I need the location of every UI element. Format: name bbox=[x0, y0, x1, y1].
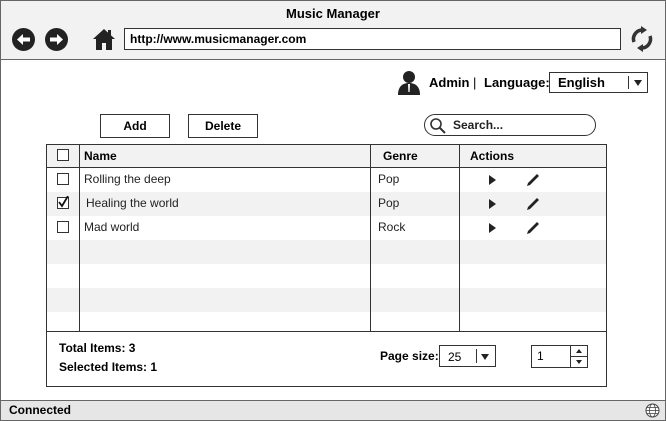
column-divider bbox=[370, 145, 371, 331]
empty-row bbox=[47, 240, 606, 264]
url-bar[interactable]: http://www.musicmanager.com bbox=[124, 28, 621, 50]
select-all-checkbox[interactable] bbox=[57, 149, 69, 161]
user-icon bbox=[398, 71, 420, 95]
delete-button[interactable]: Delete bbox=[188, 114, 258, 138]
search-input[interactable]: Search... bbox=[424, 114, 596, 136]
page-size-select[interactable]: 25 bbox=[439, 345, 496, 367]
row-name: Rolling the deep bbox=[84, 172, 171, 186]
play-icon[interactable] bbox=[489, 175, 496, 185]
search-icon bbox=[430, 118, 446, 134]
stepper-divider bbox=[571, 356, 588, 357]
search-placeholder: Search... bbox=[453, 118, 504, 132]
row-name: Mad world bbox=[84, 220, 140, 234]
row-checkbox[interactable] bbox=[57, 173, 69, 185]
home-icon[interactable] bbox=[92, 27, 116, 51]
window-title: Music Manager bbox=[286, 6, 380, 21]
chevron-down-icon bbox=[481, 354, 489, 360]
selected-items: Selected Items: 1 bbox=[59, 360, 158, 374]
language-value: English bbox=[558, 75, 605, 90]
globe-icon bbox=[645, 403, 660, 418]
stepper-up-icon[interactable] bbox=[576, 349, 582, 353]
column-genre[interactable]: Genre bbox=[383, 149, 418, 163]
row-genre: Pop bbox=[378, 172, 400, 186]
language-label: Language: bbox=[484, 75, 550, 90]
table-row[interactable]: Healing the world Pop bbox=[47, 192, 606, 216]
empty-row bbox=[47, 288, 606, 312]
page-number[interactable]: 1 bbox=[537, 349, 544, 363]
play-icon[interactable] bbox=[489, 223, 496, 233]
total-items: Total Items: 3 bbox=[59, 341, 136, 355]
play-icon[interactable] bbox=[489, 199, 496, 209]
title-bar: Music Manager http://www.musicmanager.co… bbox=[1, 1, 665, 60]
stepper-down-icon[interactable] bbox=[576, 360, 582, 364]
stepper-buttons bbox=[570, 346, 588, 367]
column-divider bbox=[459, 145, 460, 331]
refresh-icon[interactable] bbox=[629, 26, 655, 52]
pencil-icon[interactable] bbox=[525, 220, 541, 236]
table-header: Name Genre Actions bbox=[47, 145, 606, 168]
page-size-label: Page size: bbox=[380, 349, 439, 363]
column-actions: Actions bbox=[470, 149, 515, 163]
pencil-icon[interactable] bbox=[525, 196, 541, 212]
back-arrow-icon[interactable] bbox=[12, 28, 35, 51]
page-stepper[interactable]: 1 bbox=[531, 345, 588, 368]
row-checkbox[interactable] bbox=[57, 221, 69, 233]
table-row[interactable]: Rolling the deep Pop bbox=[47, 168, 606, 192]
table-footer: Total Items: 3 Selected Items: 1 Page si… bbox=[47, 331, 606, 386]
row-name: Healing the world bbox=[86, 196, 179, 210]
page-size-value: 25 bbox=[448, 350, 462, 364]
table-row[interactable]: Mad world Rock bbox=[47, 216, 606, 240]
separator: | bbox=[473, 75, 477, 90]
connection-status: Connected bbox=[9, 403, 72, 417]
select-divider bbox=[628, 76, 629, 89]
column-divider bbox=[79, 145, 80, 331]
pencil-icon[interactable] bbox=[525, 172, 541, 188]
checkmark-icon bbox=[58, 196, 69, 208]
select-divider bbox=[476, 349, 477, 363]
empty-row bbox=[47, 264, 606, 288]
add-button[interactable]: Add bbox=[100, 114, 170, 138]
row-genre: Pop bbox=[378, 196, 400, 210]
forward-arrow-icon[interactable] bbox=[45, 28, 68, 51]
empty-row bbox=[47, 312, 606, 331]
row-genre: Rock bbox=[378, 220, 406, 234]
chevron-down-icon bbox=[634, 80, 642, 86]
app-window: Music Manager http://www.musicmanager.co… bbox=[0, 0, 666, 421]
row-checkbox[interactable] bbox=[57, 196, 69, 209]
status-bar: Connected bbox=[1, 400, 665, 420]
user-name[interactable]: Admin bbox=[429, 75, 469, 90]
music-table: Name Genre Actions Rolling the deep Pop … bbox=[46, 144, 607, 387]
language-select[interactable]: English bbox=[549, 72, 648, 93]
column-name[interactable]: Name bbox=[84, 149, 117, 163]
